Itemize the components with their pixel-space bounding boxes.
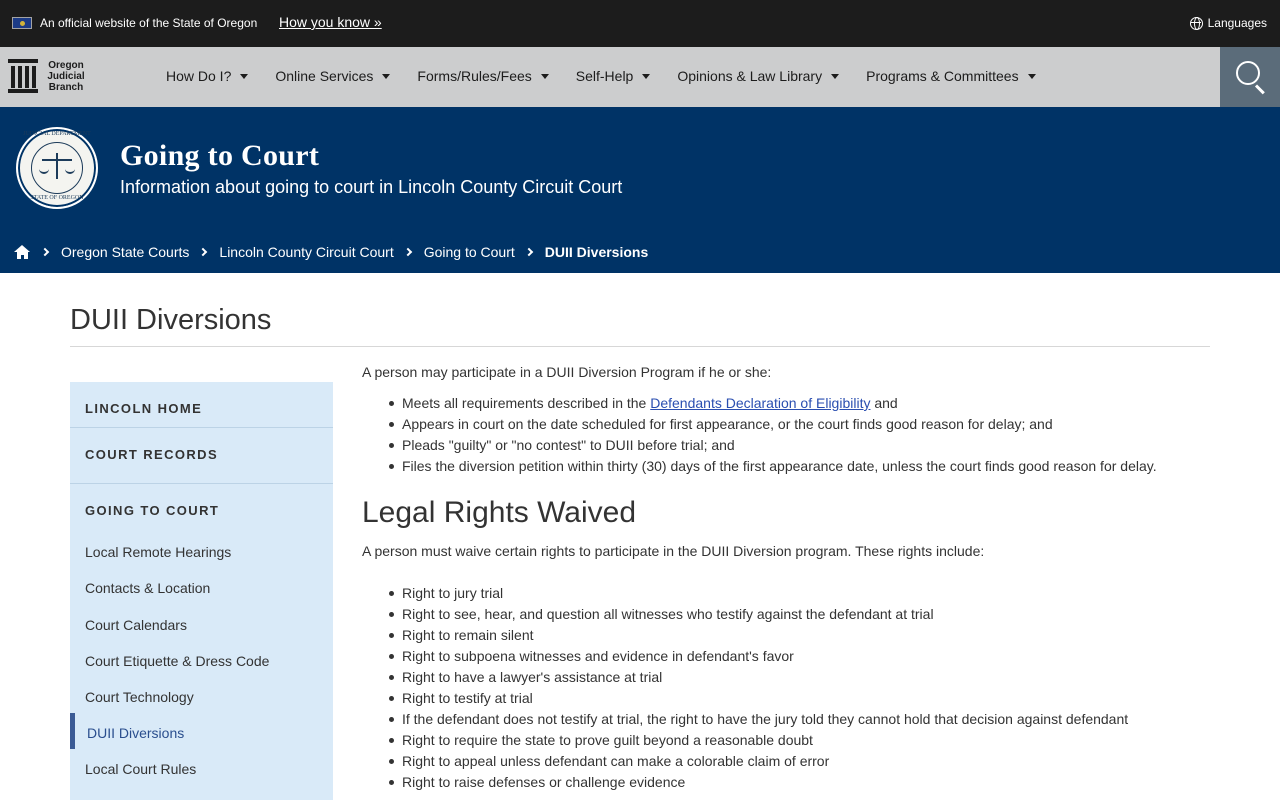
nav-item-self-help[interactable]: Self-Help bbox=[576, 68, 651, 84]
active-indicator bbox=[70, 713, 75, 749]
list-item: If the defendant does not testify at tri… bbox=[362, 709, 1128, 730]
list-item: Appears in court on the date scheduled f… bbox=[362, 414, 1157, 435]
declaration-eligibility-link[interactable]: Defendants Declaration of Eligibility bbox=[650, 395, 870, 411]
breadcrumb-current: DUII Diversions bbox=[544, 244, 649, 260]
sidebar-item-court-etiquette[interactable]: Court Etiquette & Dress Code bbox=[85, 653, 269, 669]
list-item: Right to testify at trial bbox=[362, 688, 1128, 709]
breadcrumb: Oregon State Courts Lincoln County Circu… bbox=[14, 244, 648, 260]
sidebar-item-contacts-location[interactable]: Contacts & Location bbox=[85, 580, 210, 596]
chevron-right-icon bbox=[199, 247, 208, 257]
oregon-flag-icon bbox=[12, 17, 32, 29]
nav-item-how-do-i[interactable]: How Do I? bbox=[166, 68, 249, 84]
page-title: DUII Diversions bbox=[70, 304, 272, 336]
list-item: Right to raise defenses or challenge evi… bbox=[362, 772, 1128, 793]
title-divider bbox=[70, 346, 1210, 347]
sidebar: LINCOLN HOME COURT RECORDS GOING TO COUR… bbox=[70, 382, 333, 800]
languages-button[interactable]: Languages bbox=[1189, 16, 1267, 30]
nav-item-forms-rules-fees[interactable]: Forms/Rules/Fees bbox=[417, 68, 549, 84]
sidebar-item-local-remote-hearings[interactable]: Local Remote Hearings bbox=[85, 544, 231, 560]
intro-text: A person may participate in a DUII Diver… bbox=[362, 364, 772, 380]
breadcrumb-oregon-state-courts[interactable]: Oregon State Courts bbox=[61, 244, 189, 260]
chevron-right-icon bbox=[40, 247, 50, 257]
nav-item-online-services[interactable]: Online Services bbox=[275, 68, 391, 84]
sidebar-item-court-calendars[interactable]: Court Calendars bbox=[85, 617, 187, 633]
sidebar-item-local-court-rules[interactable]: Local Court Rules bbox=[85, 761, 196, 777]
globe-icon bbox=[1189, 16, 1203, 30]
sidebar-going-to-court[interactable]: GOING TO COURT bbox=[70, 503, 219, 518]
rights-list: Right to jury trial Right to see, hear, … bbox=[362, 583, 1128, 793]
list-item: Right to jury trial bbox=[362, 583, 1128, 604]
official-banner: An official website of the State of Oreg… bbox=[0, 0, 1280, 47]
main-navigation: Oregon Judicial Branch How Do I? Online … bbox=[0, 47, 1280, 107]
caret-down-icon bbox=[831, 73, 840, 79]
banner-title: Going to Court bbox=[120, 139, 320, 172]
ojd-logo[interactable]: Oregon Judicial Branch bbox=[8, 59, 88, 93]
nav-item-programs-committees[interactable]: Programs & Committees bbox=[866, 68, 1036, 84]
list-item: Right to see, hear, and question all wit… bbox=[362, 604, 1128, 625]
page-banner: JUDICIAL DEPARTMENT STATE OF OREGON Goin… bbox=[0, 107, 1280, 273]
eligibility-list: Meets all requirements described in the … bbox=[362, 393, 1157, 477]
sidebar-divider bbox=[70, 427, 333, 428]
sidebar-lincoln-home[interactable]: LINCOLN HOME bbox=[70, 401, 202, 416]
logo-text: Oregon Judicial Branch bbox=[47, 59, 85, 93]
sidebar-item-court-technology[interactable]: Court Technology bbox=[85, 689, 194, 705]
list-item: Right to require the state to prove guil… bbox=[362, 730, 1128, 751]
how-you-know-link[interactable]: How you know » bbox=[279, 14, 382, 30]
caret-down-icon bbox=[382, 73, 391, 79]
list-item: Right to remain silent bbox=[362, 625, 1128, 646]
banner-subtitle: Information about going to court in Linc… bbox=[120, 177, 623, 197]
list-item: Right to subpoena witnesses and evidence… bbox=[362, 646, 1128, 667]
list-item: Right to have a lawyer's assistance at t… bbox=[362, 667, 1128, 688]
sidebar-item-duii-diversions[interactable]: DUII Diversions bbox=[87, 725, 184, 741]
caret-down-icon bbox=[1027, 73, 1036, 79]
rights-heading: Legal Rights Waived bbox=[362, 496, 637, 529]
nav-item-opinions-law-library[interactable]: Opinions & Law Library bbox=[677, 68, 840, 84]
breadcrumb-lincoln-county[interactable]: Lincoln County Circuit Court bbox=[219, 244, 393, 260]
list-item: Pleads "guilty" or "no contest" to DUII … bbox=[362, 435, 1157, 456]
chevron-right-icon bbox=[403, 247, 412, 257]
list-item: Files the diversion petition within thir… bbox=[362, 456, 1157, 477]
judicial-department-seal: JUDICIAL DEPARTMENT STATE OF OREGON bbox=[16, 127, 98, 209]
list-item: Right to appeal unless defendant can mak… bbox=[362, 751, 1128, 772]
caret-down-icon bbox=[540, 73, 549, 79]
list-item: Meets all requirements described in the … bbox=[362, 393, 1157, 414]
chevron-right-icon bbox=[524, 247, 534, 257]
home-icon[interactable] bbox=[14, 245, 31, 259]
caret-down-icon bbox=[642, 73, 651, 79]
rights-intro-text: A person must waive certain rights to pa… bbox=[362, 543, 985, 559]
official-website-text: An official website of the State of Oreg… bbox=[40, 16, 258, 30]
search-icon bbox=[1236, 61, 1260, 85]
nav-menu: How Do I? Online Services Forms/Rules/Fe… bbox=[166, 68, 1063, 84]
sidebar-court-records[interactable]: COURT RECORDS bbox=[70, 447, 218, 462]
sidebar-divider bbox=[70, 483, 333, 484]
search-button[interactable] bbox=[1220, 47, 1280, 107]
courthouse-icon bbox=[8, 59, 38, 93]
caret-down-icon bbox=[240, 73, 249, 79]
breadcrumb-going-to-court[interactable]: Going to Court bbox=[424, 244, 515, 260]
languages-label: Languages bbox=[1207, 16, 1267, 30]
